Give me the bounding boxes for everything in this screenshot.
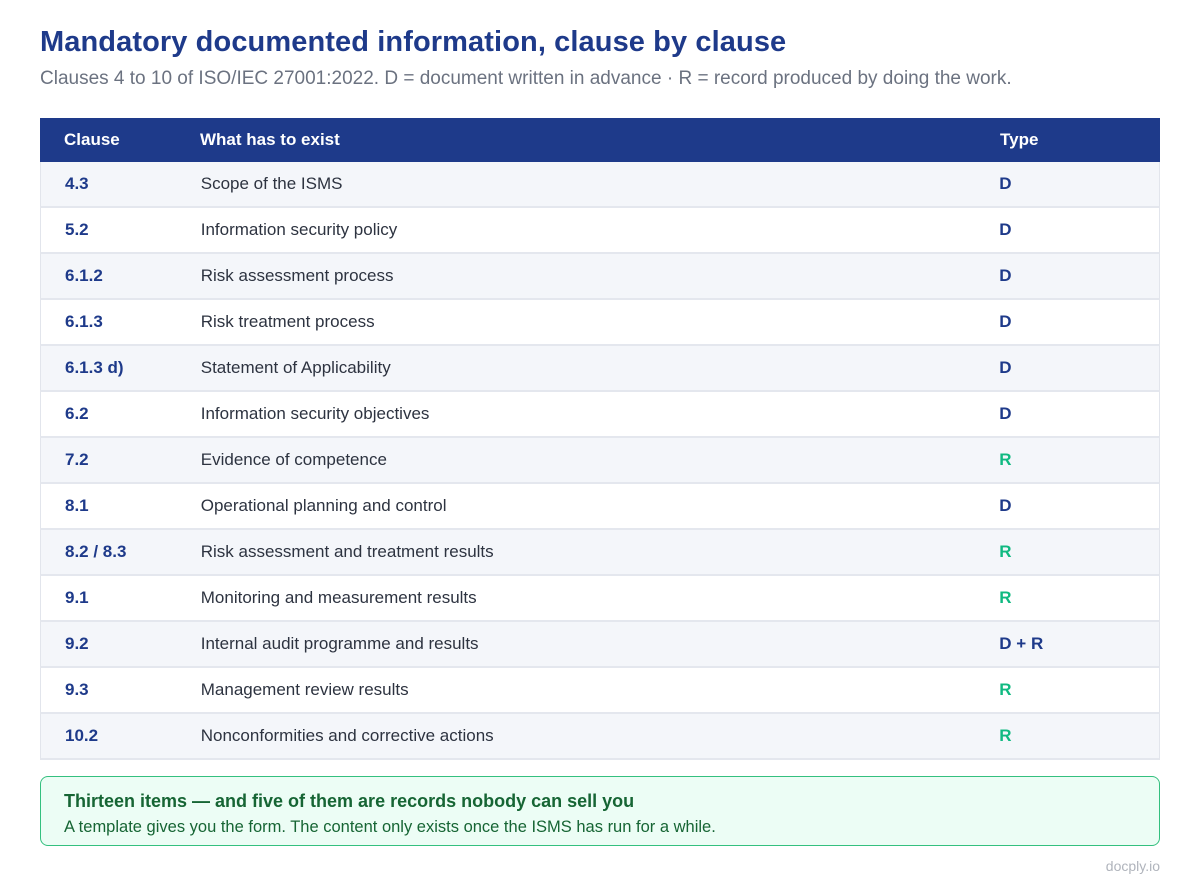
table-row: 9.1 Monitoring and measurement results R	[40, 576, 1160, 622]
item-cell: Internal audit programme and results	[200, 634, 479, 653]
table-row: 9.2 Internal audit programme and results D…	[40, 622, 1160, 668]
clause-cell: 6.1.3 d)	[65, 358, 124, 377]
type-cell: R	[999, 542, 1012, 561]
table-row: 6.1.2 Risk assessment process D	[40, 254, 1160, 300]
table-row: 8.1 Operational planning and control D	[40, 484, 1160, 530]
page: Mandatory documented information, clause…	[0, 0, 1200, 890]
clause-cell: 6.1.3	[65, 312, 103, 331]
item-cell: Scope of the ISMS	[200, 174, 343, 193]
clause-cell: 9.3	[65, 680, 89, 699]
item-cell: Operational planning and control	[200, 496, 447, 515]
clause-cell: 7.2	[65, 450, 89, 469]
type-cell: D	[999, 220, 1012, 239]
page-subtitle: Clauses 4 to 10 of ISO/IEC 27001:2022. D…	[40, 68, 1012, 89]
type-cell: R	[999, 680, 1012, 699]
clause-cell: 8.2 / 8.3	[65, 542, 127, 561]
item-cell: Risk assessment and treatment results	[200, 542, 494, 561]
type-cell: R	[999, 450, 1012, 469]
item-cell: Statement of Applicability	[200, 358, 391, 377]
clause-cell: 9.2	[65, 634, 89, 653]
summary-callout: Thirteen items — and five of them are re…	[40, 776, 1160, 846]
item-cell: Management review results	[200, 680, 409, 699]
item-cell: Nonconformities and corrective actions	[200, 726, 494, 745]
item-cell: Information security objectives	[200, 404, 430, 423]
table-body: 4.3 Scope of the ISMS D 5.2 Information secu…	[40, 162, 1160, 760]
clause-cell: 6.1.2	[65, 266, 103, 285]
type-cell: D	[999, 266, 1012, 285]
column-header-type: Type	[1000, 130, 1039, 149]
type-cell: D	[999, 312, 1012, 331]
type-cell: D	[999, 496, 1012, 515]
table-row: 6.2 Information security objectives D	[40, 392, 1160, 438]
item-cell: Evidence of competence	[200, 450, 387, 469]
clause-cell: 10.2	[65, 726, 99, 745]
clause-cell: 6.2	[65, 404, 89, 423]
callout-title: Thirteen items — and five of them are re…	[64, 791, 635, 811]
callout-body: A template gives you the form. The conte…	[64, 818, 716, 836]
clause-cell: 4.3	[65, 174, 89, 193]
clause-cell: 5.2	[65, 220, 89, 239]
table-row: 6.1.3 d) Statement of Applicability D	[40, 346, 1160, 392]
item-cell: Risk treatment process	[200, 312, 375, 331]
table-row: 10.2 Nonconformities and corrective actio…	[40, 714, 1160, 760]
footer-brand: docply.io	[1105, 858, 1160, 874]
type-cell: D + R	[999, 634, 1044, 653]
table-header: Clause What has to exist Type	[40, 118, 1160, 162]
type-cell: R	[999, 588, 1012, 607]
clause-cell: 8.1	[65, 496, 89, 515]
table-row: 6.1.3 Risk treatment process D	[40, 300, 1160, 346]
table-row: 9.3 Management review results R	[40, 668, 1160, 714]
column-header-item: What has to exist	[200, 130, 340, 149]
column-header-clause: Clause	[64, 130, 120, 149]
clause-table: Clause What has to exist Type 4.3 Scope o…	[40, 118, 1160, 760]
table-row: 7.2 Evidence of competence R	[40, 438, 1160, 484]
page-title: Mandatory documented information, clause…	[40, 26, 787, 58]
table-row: 8.2 / 8.3 Risk assessment and treatment r…	[40, 530, 1160, 576]
table-row: 5.2 Information security policy D	[40, 208, 1160, 254]
table-row: 4.3 Scope of the ISMS D	[40, 162, 1160, 208]
clause-cell: 9.1	[65, 588, 89, 607]
type-cell: D	[999, 174, 1012, 193]
type-cell: D	[999, 358, 1012, 377]
item-cell: Risk assessment process	[200, 266, 394, 285]
type-cell: D	[999, 404, 1012, 423]
type-cell: R	[999, 726, 1012, 745]
item-cell: Monitoring and measurement results	[200, 588, 477, 607]
item-cell: Information security policy	[200, 220, 398, 239]
